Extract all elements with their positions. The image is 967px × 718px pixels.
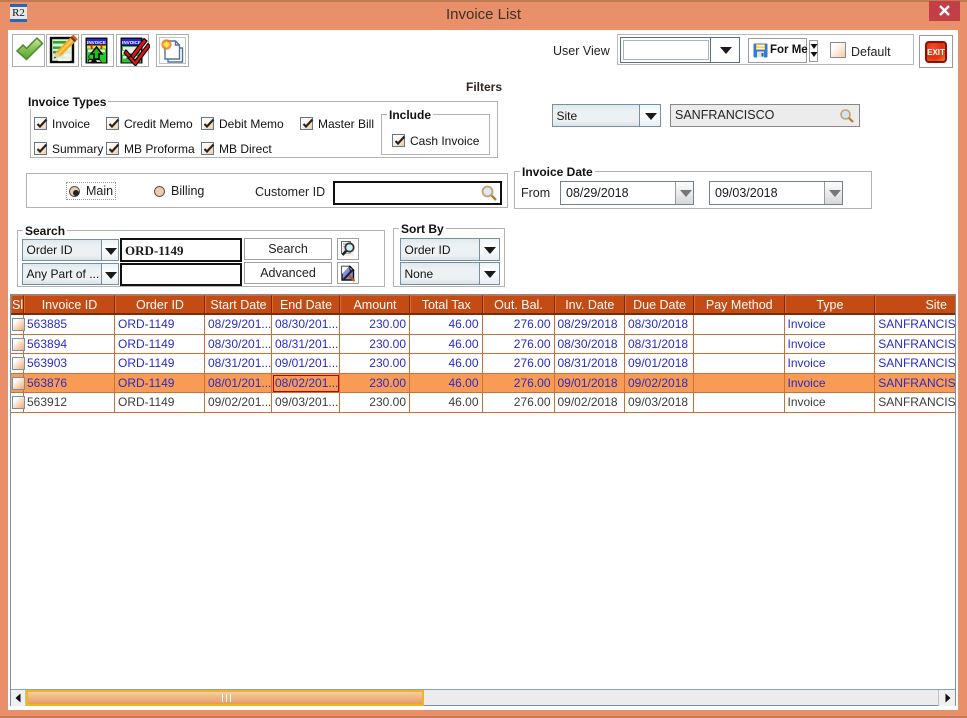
svg-text:INVOICE: INVOICE xyxy=(87,40,106,45)
svg-text:INVOICE: INVOICE xyxy=(122,40,141,45)
